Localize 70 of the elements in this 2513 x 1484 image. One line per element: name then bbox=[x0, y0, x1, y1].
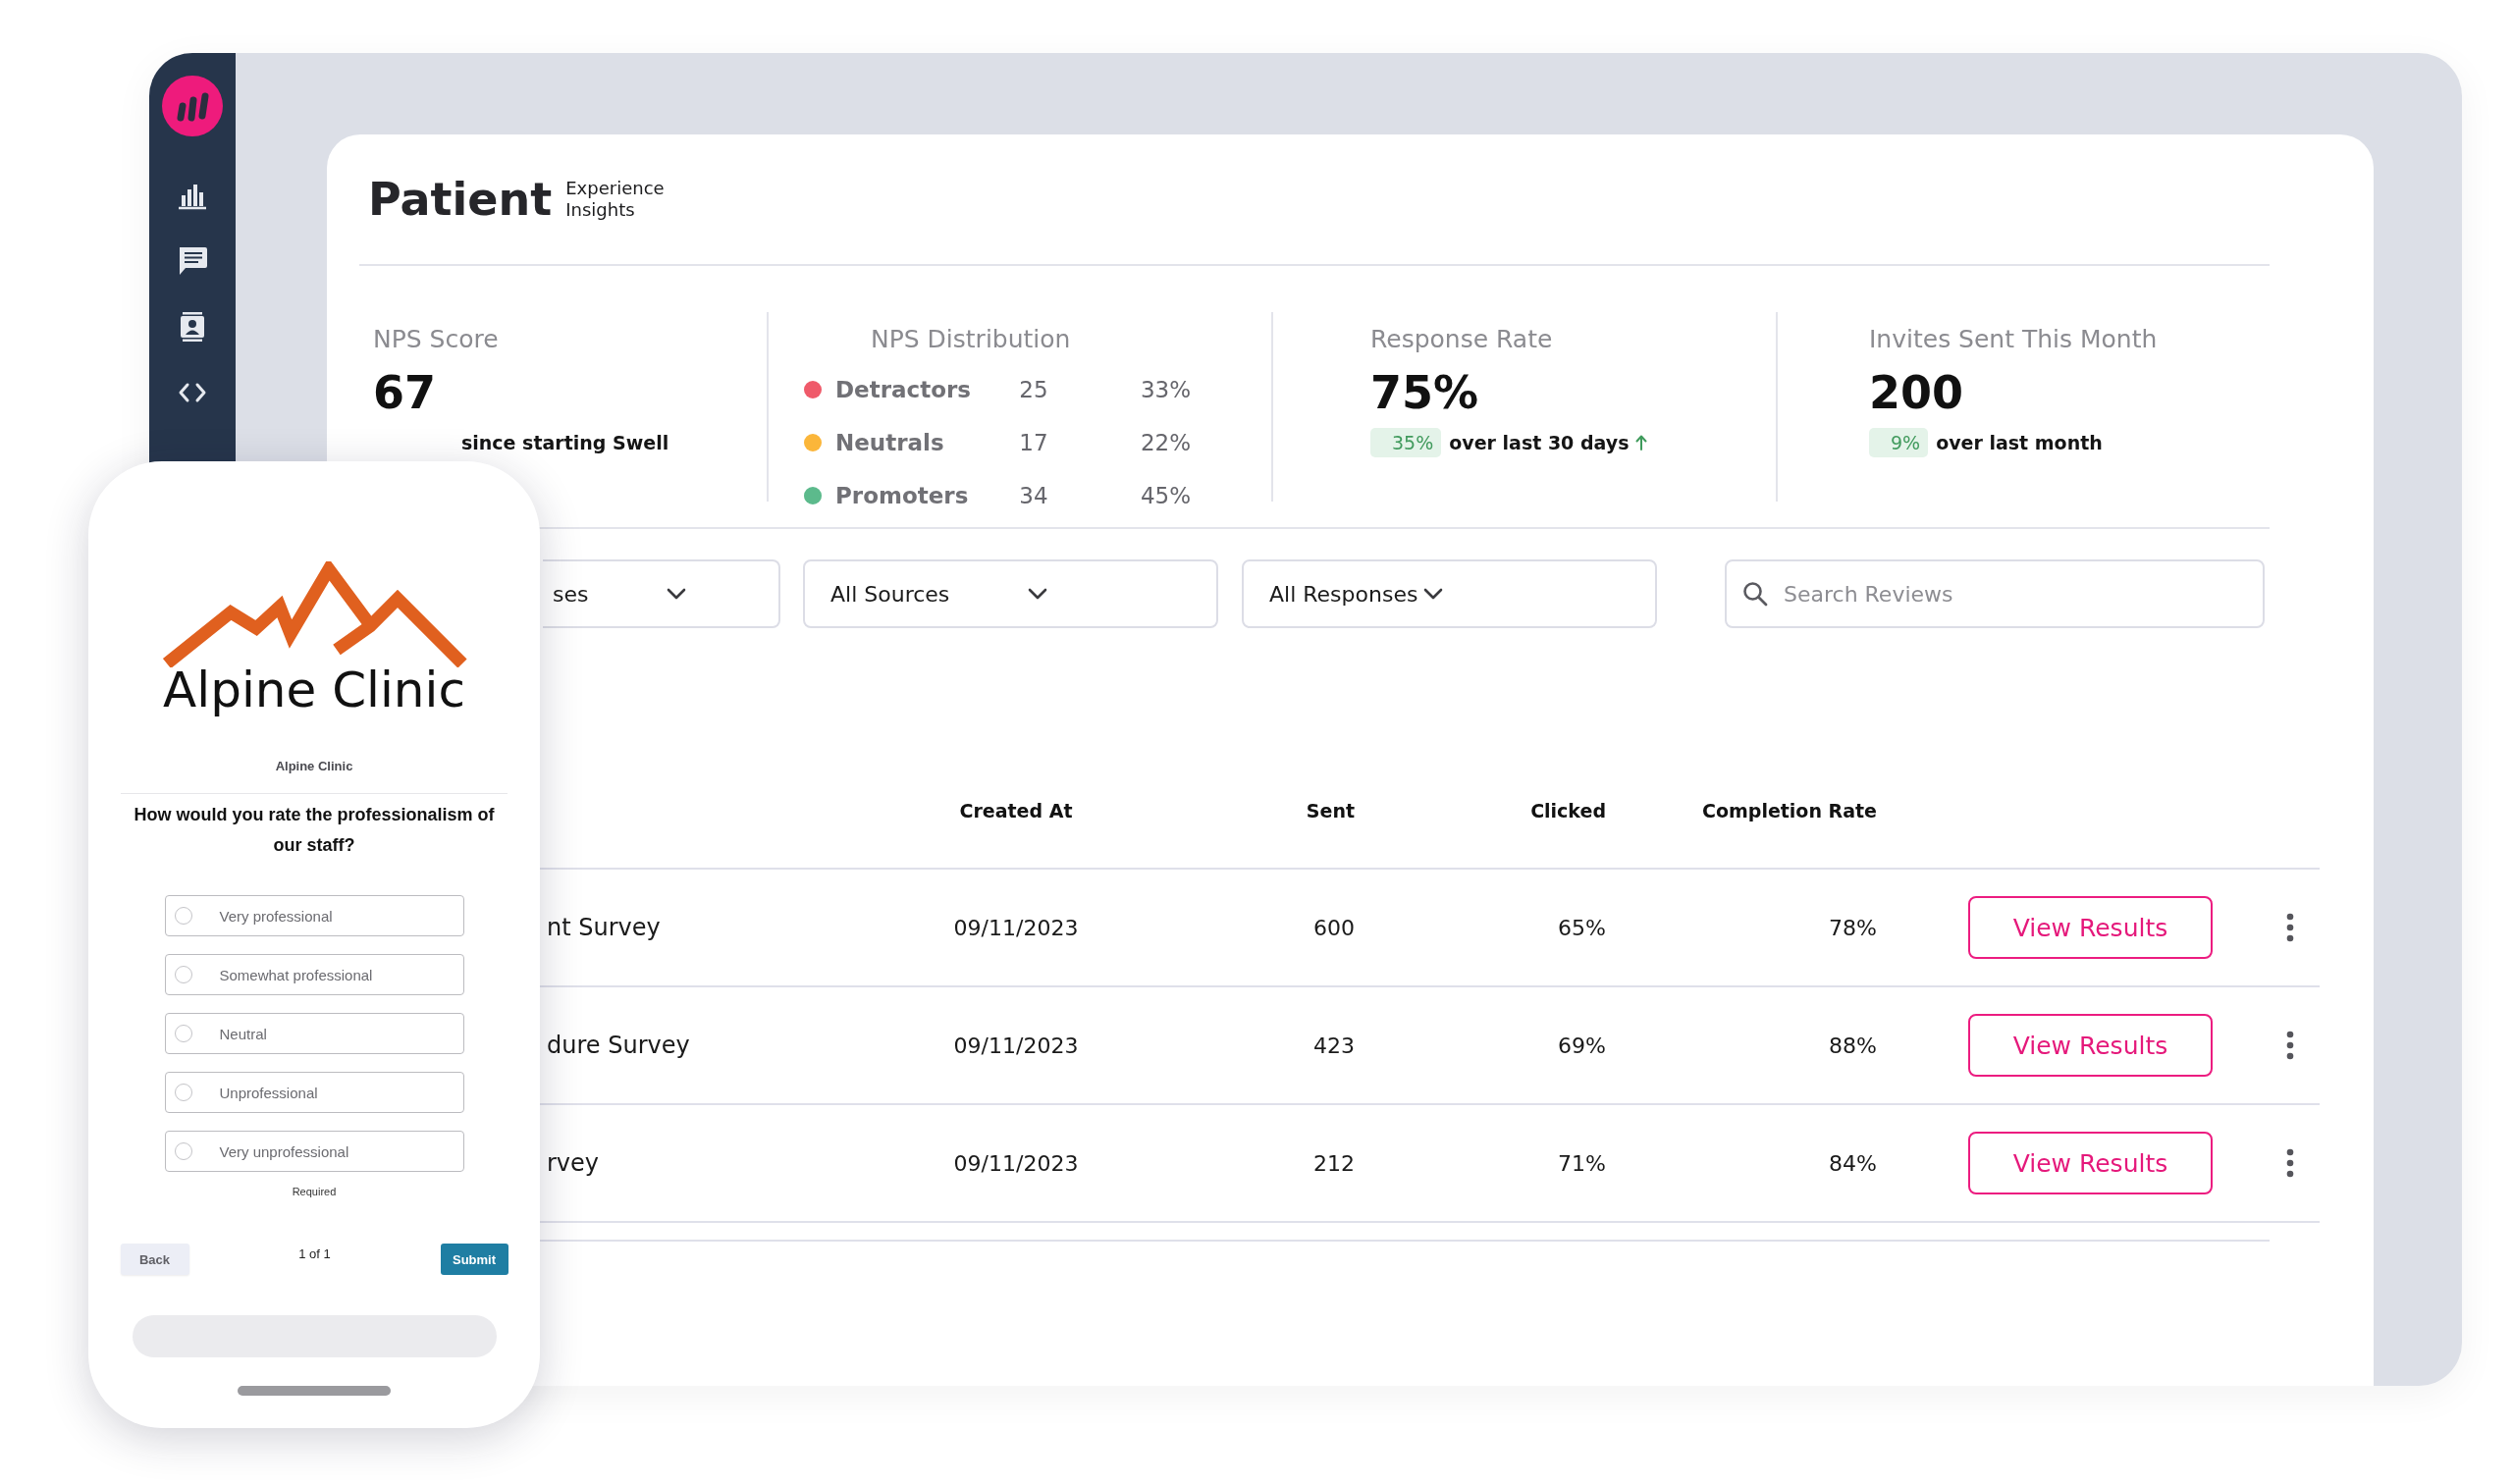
chevron-down-icon bbox=[667, 588, 687, 600]
distribution-percent: 33% bbox=[1139, 377, 1191, 402]
answer-option[interactable]: Somewhat professional bbox=[164, 954, 464, 995]
change-badge: 35% bbox=[1370, 428, 1442, 457]
stat-value: 75% bbox=[1370, 365, 1479, 420]
column-header: Clicked bbox=[1529, 800, 1606, 822]
table-cell-text: 09/11/2023 bbox=[952, 1150, 1080, 1176]
view-results-button[interactable]: View Results bbox=[1968, 1132, 2213, 1194]
distribution-count: 17 bbox=[1018, 430, 1049, 455]
table-cell-text: 09/11/2023 bbox=[952, 915, 1080, 940]
table-cell-text: 65% bbox=[1557, 915, 1606, 940]
column-header: Created At bbox=[958, 800, 1074, 822]
stat-label: Response Rate bbox=[1370, 326, 1553, 353]
stat-label: Invites Sent This Month bbox=[1869, 326, 2158, 353]
kebab-menu-icon[interactable] bbox=[2285, 1148, 2294, 1178]
chevron-down-icon bbox=[1028, 588, 1048, 600]
view-results-button[interactable]: View Results bbox=[1968, 896, 2213, 959]
view-results-button[interactable]: View Results bbox=[1968, 1014, 2213, 1077]
page-title: Patient bbox=[368, 177, 553, 222]
column-header: Sent bbox=[1305, 800, 1355, 822]
table-cell-text: 69% bbox=[1557, 1033, 1606, 1058]
table-cell-text: 71% bbox=[1557, 1150, 1606, 1176]
distribution-label: Promoters bbox=[835, 483, 970, 508]
submit-button[interactable]: Submit bbox=[440, 1244, 508, 1275]
stat-note: since starting Swell bbox=[461, 432, 669, 453]
table-cell-text: 09/11/2023 bbox=[952, 1033, 1080, 1058]
stat-note: over last 30 days bbox=[1449, 432, 1630, 453]
distribution-label: Neutrals bbox=[835, 430, 945, 455]
table-cell-text: nt Survey bbox=[546, 914, 661, 941]
table-cell-text: dure Survey bbox=[546, 1032, 690, 1059]
stat-value: 67 bbox=[373, 365, 436, 420]
kebab-menu-icon[interactable] bbox=[2285, 1031, 2294, 1060]
search-icon bbox=[1742, 581, 1768, 607]
stat-label: NPS Score bbox=[373, 326, 499, 353]
table-cell-text: 88% bbox=[1828, 1033, 1877, 1058]
chevron-down-icon bbox=[1423, 588, 1444, 600]
table-cell-text: rvey bbox=[546, 1149, 600, 1177]
table-cell-text: 84% bbox=[1828, 1150, 1877, 1176]
answer-option[interactable]: Very professional bbox=[164, 895, 464, 936]
distribution-label: Detractors bbox=[835, 377, 972, 402]
distribution-count: 25 bbox=[1018, 377, 1049, 402]
clinic-name: Alpine Clinic bbox=[275, 759, 353, 774]
change-badge: 9% bbox=[1869, 428, 1929, 457]
clinic-logo-text: Alpine Clinic bbox=[163, 662, 465, 718]
stat-label: NPS Distribution bbox=[871, 326, 1071, 353]
page-subtitle: Experience Insights bbox=[565, 178, 665, 221]
table-cell-text: 423 bbox=[1312, 1033, 1355, 1058]
answer-option[interactable]: Neutral bbox=[164, 1013, 464, 1054]
survey-question: How would you rate the professionalism of our staff? bbox=[133, 804, 496, 857]
answer-option[interactable]: Unprofessional bbox=[164, 1072, 464, 1113]
answer-option[interactable]: Very unprofessional bbox=[164, 1131, 464, 1172]
table-cell-text: 600 bbox=[1312, 915, 1355, 940]
kebab-menu-icon[interactable] bbox=[2285, 913, 2294, 942]
chat-icon[interactable] bbox=[177, 246, 208, 276]
stat-note: over last month bbox=[1936, 432, 2103, 453]
dropdown[interactable]: All Responses bbox=[1242, 559, 1657, 628]
table-cell-text: 212 bbox=[1312, 1150, 1355, 1176]
distribution-percent: 45% bbox=[1139, 483, 1191, 508]
table-cell-text: 78% bbox=[1828, 915, 1877, 940]
distribution-percent: 22% bbox=[1139, 430, 1191, 455]
stat-value: 200 bbox=[1869, 365, 1964, 420]
column-header: Completion Rate bbox=[1701, 800, 1877, 822]
distribution-count: 34 bbox=[1018, 483, 1049, 508]
dropdown[interactable]: All Sources bbox=[803, 559, 1218, 628]
dropdown[interactable]: ses bbox=[543, 559, 780, 628]
logo-icon bbox=[162, 76, 223, 136]
required-note: Required bbox=[292, 1185, 337, 1198]
search-field[interactable]: Search Reviews bbox=[1725, 559, 2265, 628]
page-indicator: 1 of 1 bbox=[298, 1246, 331, 1262]
back-button[interactable]: Back bbox=[120, 1244, 189, 1275]
